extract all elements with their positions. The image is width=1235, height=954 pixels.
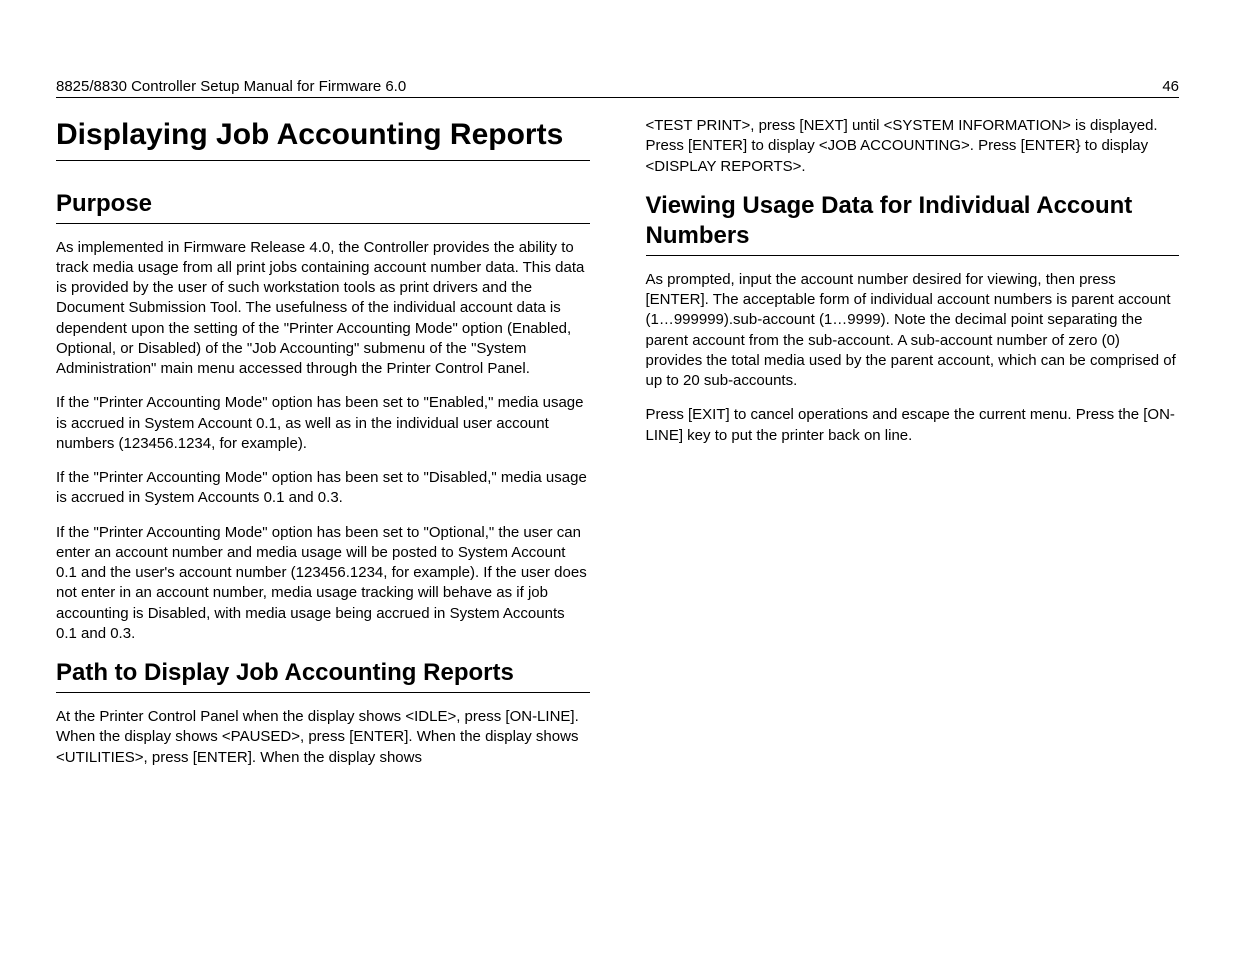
document-page: 8825/8830 Controller Setup Manual for Fi…	[0, 0, 1235, 954]
body-paragraph: If the "Printer Accounting Mode" option …	[56, 523, 590, 645]
body-paragraph: As implemented in Firmware Release 4.0, …	[56, 238, 590, 380]
two-column-layout: Displaying Job Accounting Reports Purpos…	[56, 116, 1179, 782]
page-number: 46	[1162, 78, 1179, 95]
left-column: Displaying Job Accounting Reports Purpos…	[56, 116, 590, 782]
body-paragraph: Press [EXIT] to cancel operations and es…	[646, 405, 1180, 446]
purpose-heading: Purpose	[56, 189, 590, 224]
body-paragraph: As prompted, input the account number de…	[646, 270, 1180, 392]
body-paragraph: If the "Printer Accounting Mode" option …	[56, 468, 590, 509]
viewing-heading: Viewing Usage Data for Individual Accoun…	[646, 191, 1180, 256]
header-title: 8825/8830 Controller Setup Manual for Fi…	[56, 78, 406, 95]
right-column: <TEST PRINT>, press [NEXT] until <SYSTEM…	[646, 116, 1180, 782]
body-paragraph: At the Printer Control Panel when the di…	[56, 707, 590, 768]
body-paragraph: If the "Printer Accounting Mode" option …	[56, 393, 590, 454]
section-title: Displaying Job Accounting Reports	[56, 116, 590, 161]
body-paragraph: <TEST PRINT>, press [NEXT] until <SYSTEM…	[646, 116, 1180, 177]
path-heading: Path to Display Job Accounting Reports	[56, 658, 590, 693]
page-header: 8825/8830 Controller Setup Manual for Fi…	[56, 78, 1179, 98]
